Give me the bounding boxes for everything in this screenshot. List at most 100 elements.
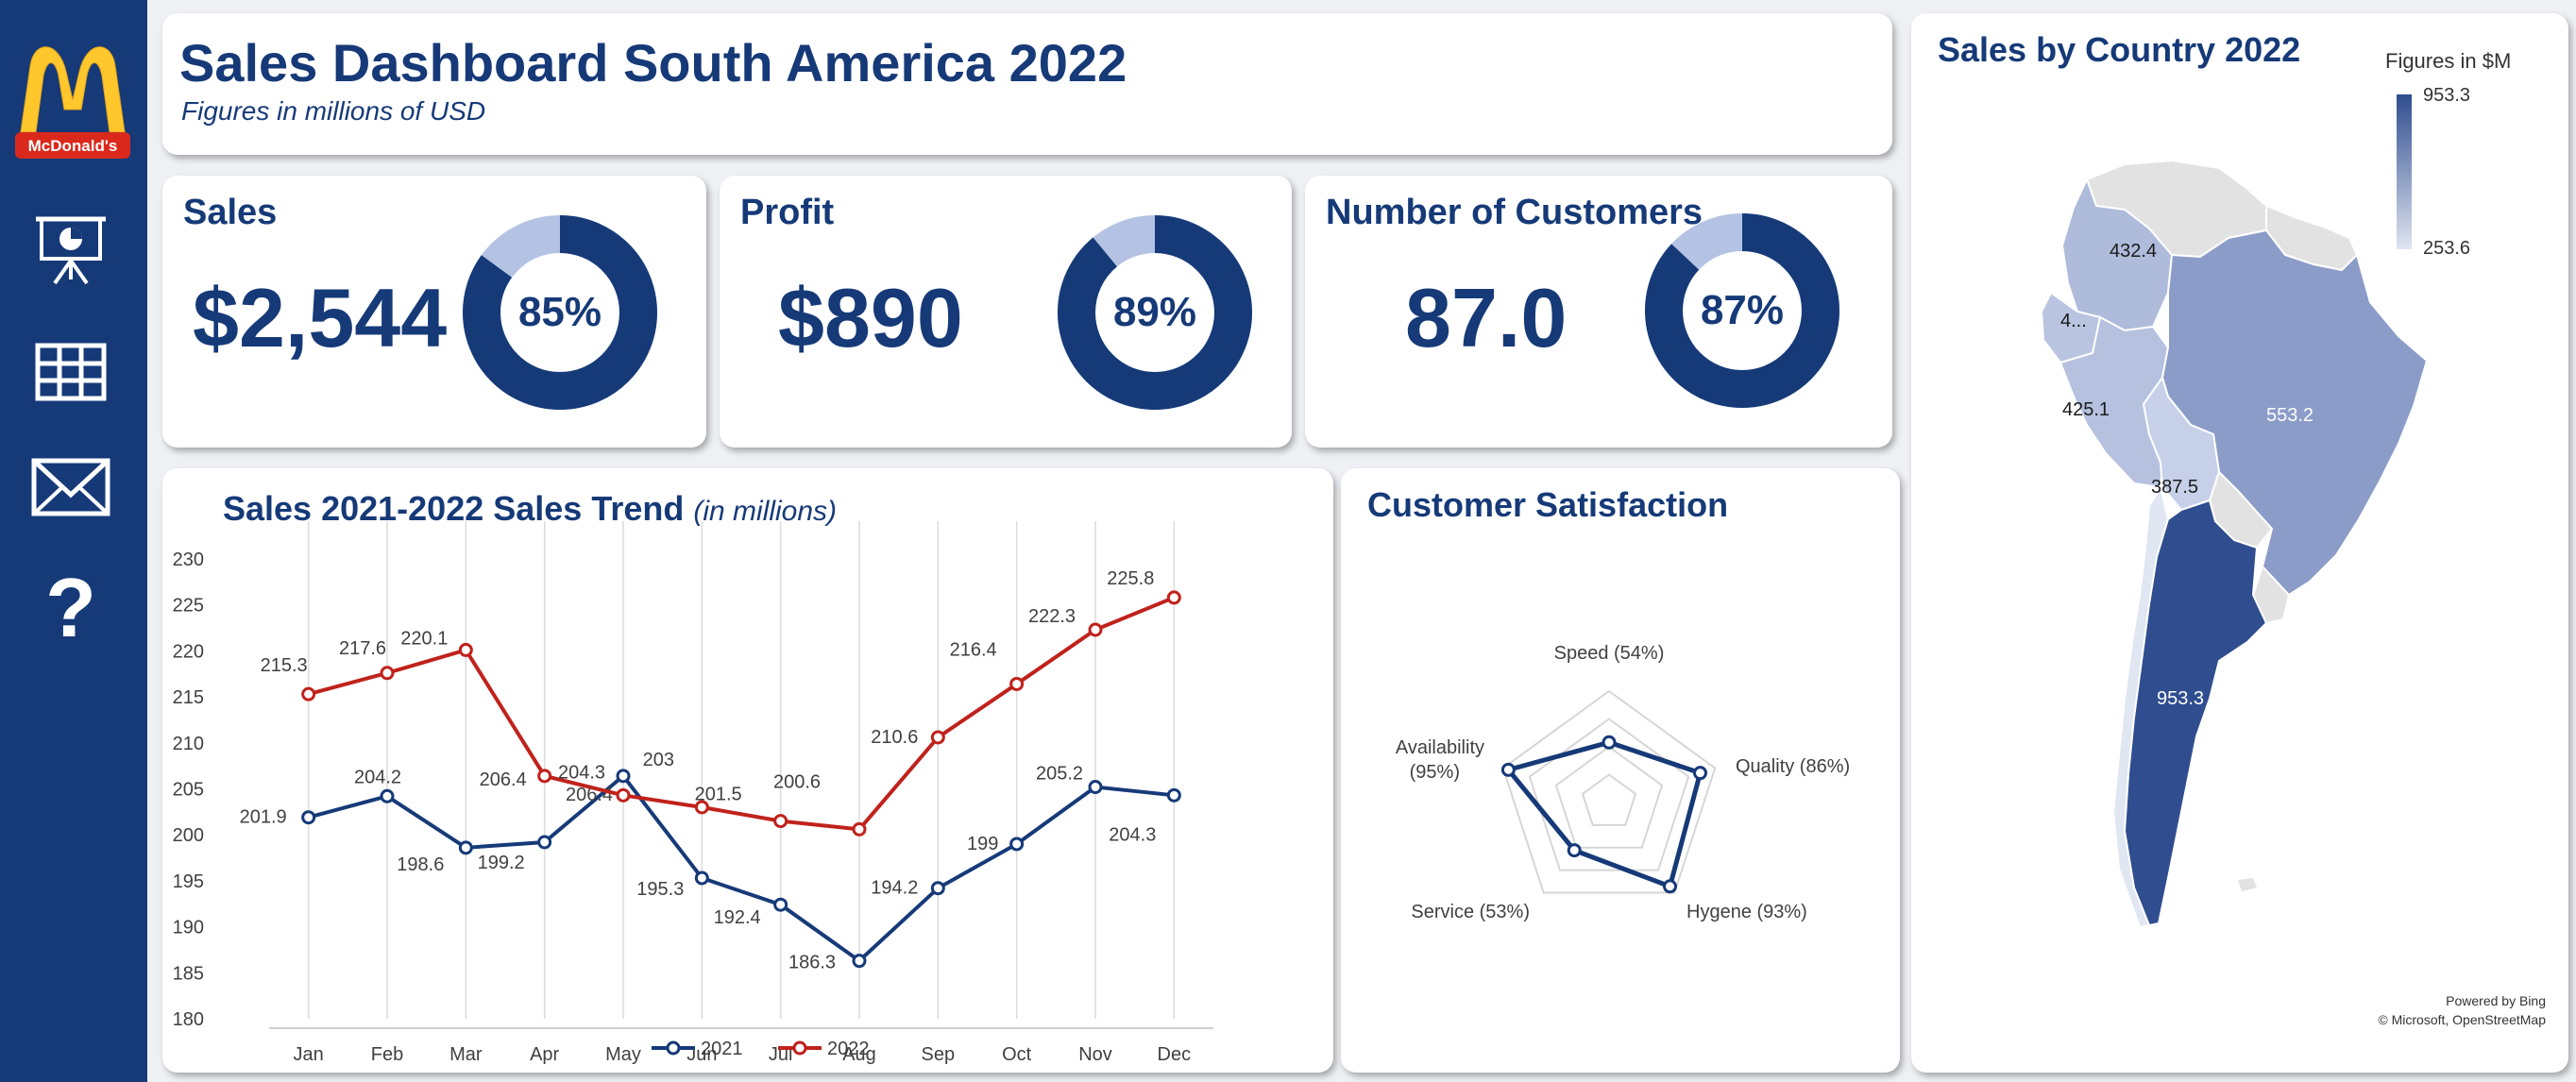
data-point-2021 bbox=[537, 835, 552, 850]
map-credit-bing: Powered by Bing bbox=[2446, 993, 2546, 1008]
radar-axis-label: Speed (54%) bbox=[1554, 643, 1665, 664]
data-label-2021: 205.2 bbox=[1036, 764, 1083, 785]
radar-point bbox=[1693, 766, 1708, 781]
radar-axis-label: Availability bbox=[1396, 737, 1484, 758]
data-label-2022: 217.6 bbox=[339, 638, 386, 659]
data-label-2021: 192.4 bbox=[714, 907, 761, 928]
map-credit-osm: © Microsoft, OpenStreetMap bbox=[2378, 1012, 2546, 1027]
data-point-2021 bbox=[1088, 780, 1103, 795]
kpi-label-profit: Profit bbox=[740, 193, 835, 232]
radar-point bbox=[1500, 762, 1516, 777]
y-tick-label: 185 bbox=[173, 963, 204, 984]
data-point-2022 bbox=[930, 730, 945, 745]
radar-point bbox=[1567, 843, 1582, 858]
radar-grid-ring bbox=[1581, 773, 1637, 826]
radar-axis-label: (95%) bbox=[1410, 762, 1460, 783]
kpi-donut-sales: 85% bbox=[463, 215, 657, 410]
data-point-2021 bbox=[1009, 837, 1025, 852]
map-label-brazil: 553.2 bbox=[2266, 405, 2313, 426]
data-point-2022 bbox=[380, 666, 395, 681]
data-label-2022: 201.5 bbox=[695, 785, 742, 805]
data-label-2022: 216.4 bbox=[950, 639, 997, 660]
data-point-2022 bbox=[773, 814, 788, 829]
kpi-donut-profit: 89% bbox=[1058, 215, 1252, 410]
page-subtitle: Figures in millions of USD bbox=[181, 96, 486, 126]
legend-label-2022: 2022 bbox=[827, 1039, 870, 1059]
x-tick-label: Apr bbox=[530, 1044, 559, 1065]
radar-grid-ring bbox=[1554, 745, 1664, 849]
x-tick-label: Mar bbox=[449, 1044, 483, 1065]
radar-axis-label: Hygene (93%) bbox=[1686, 902, 1807, 922]
kpi-value-customers: 87.0 bbox=[1405, 271, 1568, 364]
radar-axis-label: Service (53%) bbox=[1411, 902, 1530, 922]
data-point-2022 bbox=[852, 821, 867, 837]
data-point-2022 bbox=[537, 769, 552, 784]
map-label-bolivia: 387.5 bbox=[2151, 477, 2198, 498]
map-label-argentina: 953.3 bbox=[2157, 688, 2204, 709]
data-point-2021 bbox=[1166, 787, 1181, 803]
data-point-2021 bbox=[301, 810, 316, 825]
data-label-2021: 204.2 bbox=[354, 767, 401, 787]
page-title: Sales Dashboard South America 2022 bbox=[179, 33, 1127, 93]
data-label-2022: 200.6 bbox=[773, 771, 821, 792]
radar-point bbox=[1602, 735, 1617, 750]
data-label-2021: 199.2 bbox=[478, 853, 525, 873]
map-label-colombia: 432.4 bbox=[2110, 241, 2157, 262]
legend-marker-2021 bbox=[666, 1040, 681, 1056]
y-tick-label: 215 bbox=[173, 687, 204, 708]
radar-point bbox=[1663, 879, 1678, 894]
data-label-2022: 225.8 bbox=[1107, 568, 1154, 589]
map-label-peru: 425.1 bbox=[2062, 399, 2110, 420]
map-legend-max: 953.3 bbox=[2423, 85, 2471, 106]
kpi-value-profit: $890 bbox=[778, 271, 963, 364]
x-tick-label: Nov bbox=[1078, 1044, 1112, 1065]
country-falklands bbox=[2238, 878, 2257, 891]
data-label-2022: 206.4 bbox=[480, 769, 527, 790]
data-label-2021: 186.3 bbox=[788, 953, 836, 973]
data-point-2021 bbox=[616, 769, 631, 784]
x-tick-label: Feb bbox=[371, 1044, 403, 1065]
data-point-2022 bbox=[616, 787, 631, 803]
data-label-2021: 198.6 bbox=[397, 854, 444, 875]
data-point-2021 bbox=[694, 871, 709, 886]
data-label-2021: 201.9 bbox=[240, 807, 287, 828]
kpi-donut-customers: 87% bbox=[1645, 213, 1839, 408]
radar-series bbox=[1504, 739, 1703, 890]
kpi-label-sales: Sales bbox=[183, 193, 278, 232]
x-tick-label: Sep bbox=[922, 1044, 956, 1065]
kpi-percent-profit: 89% bbox=[1113, 289, 1196, 335]
mail-icon[interactable] bbox=[26, 451, 115, 527]
data-label-2022: 210.6 bbox=[871, 727, 918, 748]
data-point-2022 bbox=[1088, 622, 1103, 637]
help-icon[interactable]: ? bbox=[26, 566, 115, 642]
y-tick-label: 190 bbox=[173, 918, 204, 938]
legend-label-2021: 2021 bbox=[701, 1039, 743, 1059]
data-point-2021 bbox=[773, 897, 788, 912]
kpi-percent-sales: 85% bbox=[518, 289, 602, 335]
y-tick-label: 230 bbox=[173, 549, 204, 570]
y-tick-label: 225 bbox=[173, 596, 204, 617]
presentation-icon[interactable] bbox=[26, 211, 115, 287]
south-america-map: 432.4 4... 425.1 553.2 387.5 953.3 bbox=[2040, 159, 2429, 929]
radar-axis-label: Quality (86%) bbox=[1736, 756, 1850, 777]
map-label-ecuador: 4... bbox=[2060, 311, 2087, 331]
x-tick-label: Oct bbox=[1002, 1044, 1032, 1065]
sales-trend-chart: 180 185 190 195 200 205 210 215 220 225 230 Jan Feb M… bbox=[173, 521, 1213, 1065]
y-tick-label: 205 bbox=[173, 780, 204, 801]
help-glyph: ? bbox=[45, 566, 96, 642]
x-tick-label: Jan bbox=[294, 1044, 324, 1065]
data-label-2022: 203 bbox=[643, 750, 674, 770]
satisfaction-radar-chart: Speed (54%) Quality (86%) Hygene (93%) Serv… bbox=[1396, 643, 1850, 922]
table-icon[interactable] bbox=[26, 336, 115, 412]
data-label-2022: 222.3 bbox=[1028, 606, 1076, 627]
y-tick-label: 195 bbox=[173, 871, 204, 892]
y-tick-label: 210 bbox=[173, 734, 204, 754]
mcdonalds-logo: McDonald's bbox=[15, 46, 130, 159]
data-label-2022: 215.3 bbox=[261, 655, 308, 676]
data-label-2021: 194.2 bbox=[871, 878, 918, 899]
data-label-2021: 199 bbox=[967, 834, 998, 854]
map-legend-title: Figures in $M bbox=[2385, 49, 2512, 73]
sidebar: McDonald's ? bbox=[0, 0, 147, 1082]
x-tick-label: Dec bbox=[1158, 1044, 1192, 1065]
data-point-2021 bbox=[930, 881, 945, 896]
